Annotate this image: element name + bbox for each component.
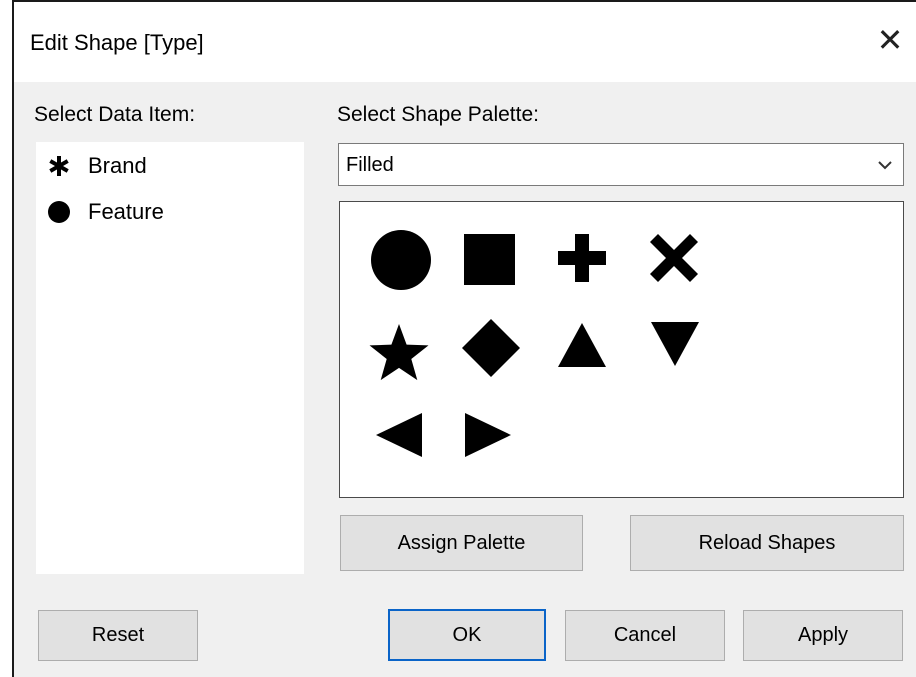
cancel-button[interactable]: Cancel [565, 610, 725, 661]
filled-circle-icon [46, 200, 72, 224]
palette-shape-filled-triangle-up [558, 323, 606, 367]
palette-shape-filled-circle [371, 230, 431, 290]
reload-shapes-button[interactable]: Reload Shapes [630, 515, 904, 571]
dialog-title: Edit Shape [Type] [30, 30, 204, 55]
reset-button[interactable]: Reset [38, 610, 198, 661]
title-bar: Edit Shape [Type] ✕ [14, 2, 916, 82]
list-item-label: Feature [88, 199, 164, 224]
data-item-list[interactable]: Brand Feature [36, 142, 304, 574]
shape-palette-select[interactable]: Filled [338, 143, 904, 186]
palette-shape-filled-triangle-right [465, 413, 511, 457]
select-shape-palette-label: Select Shape Palette: [337, 103, 539, 126]
palette-shape-filled-diamond [462, 319, 520, 377]
palette-shape-filled-triangle-down [651, 322, 699, 366]
shape-palette-grid [339, 201, 904, 498]
chevron-down-icon [877, 158, 893, 176]
palette-shape-filled-square [464, 234, 515, 285]
asterisk-icon [46, 156, 72, 176]
select-data-item-label: Select Data Item: [34, 103, 196, 126]
palette-shape-filled-plus [558, 234, 606, 282]
list-item-feature[interactable]: Feature [46, 196, 164, 228]
list-item-brand[interactable]: Brand [46, 150, 147, 182]
ok-button[interactable]: OK [388, 609, 546, 661]
palette-shape-filled-triangle-left [376, 413, 422, 457]
list-item-label: Brand [88, 153, 147, 178]
edit-shape-dialog: Edit Shape [Type] ✕ Select Data Item: Br… [12, 0, 916, 677]
close-icon[interactable]: ✕ [872, 22, 908, 58]
palette-shape-filled-star [369, 324, 429, 381]
palette-shape-filled-x [650, 234, 698, 282]
apply-button[interactable]: Apply [743, 610, 903, 661]
assign-palette-button[interactable]: Assign Palette [340, 515, 583, 571]
shape-palette-value: Filled [346, 154, 394, 176]
